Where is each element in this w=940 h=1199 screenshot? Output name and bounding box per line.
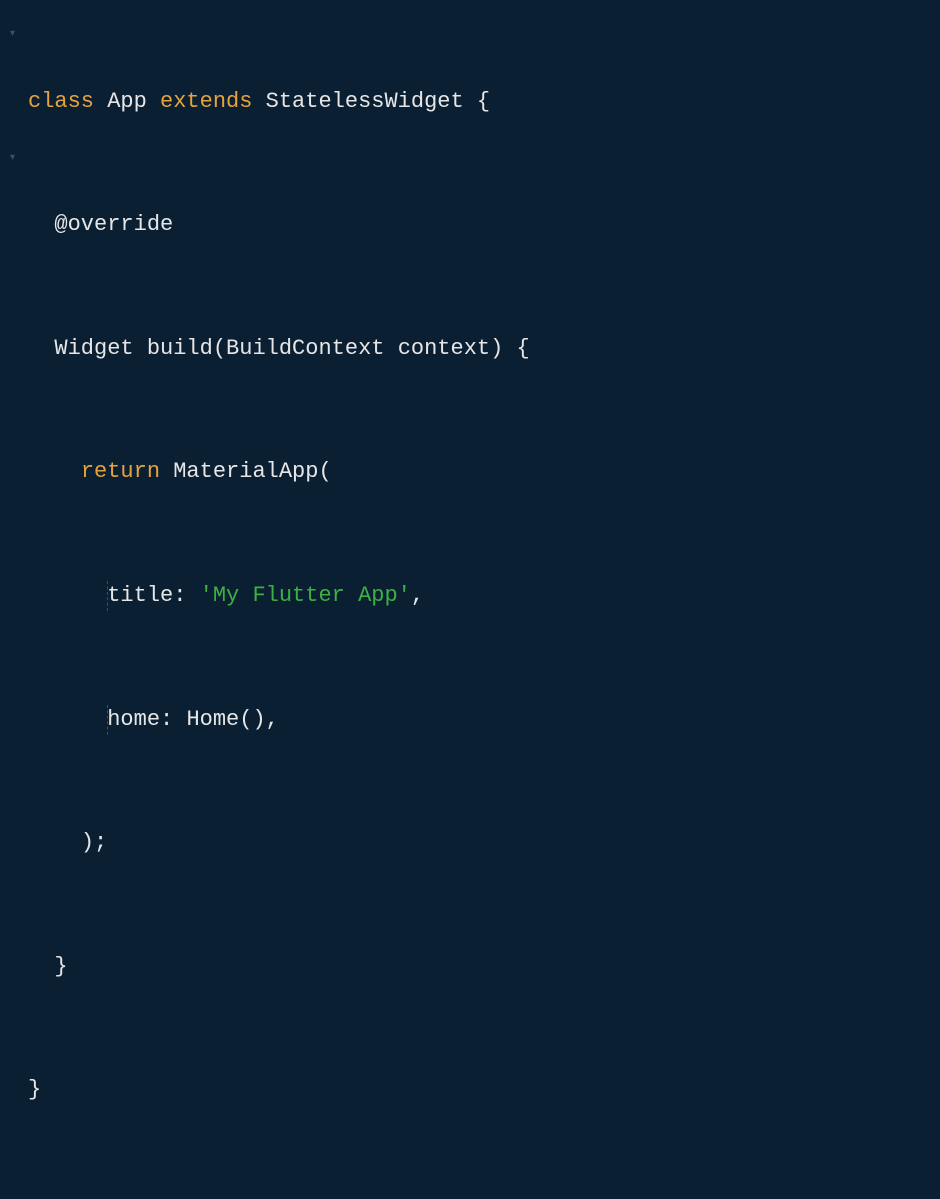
code-line[interactable]: } — [28, 952, 940, 1014]
paren-open: ( — [318, 459, 331, 484]
code-line[interactable]: title: 'My Flutter App', — [28, 581, 940, 643]
override-annotation: @override — [54, 212, 173, 237]
colon: : — [160, 707, 173, 732]
constructor-name: MaterialApp — [173, 459, 318, 484]
parens: () — [239, 707, 265, 732]
code-line[interactable]: return MaterialApp( — [28, 457, 940, 519]
comma: , — [266, 707, 279, 732]
code-content[interactable]: class App extends StatelessWidget { @ove… — [28, 25, 940, 1199]
string-literal: 'My Flutter App' — [200, 583, 411, 608]
keyword-class: class — [28, 89, 94, 114]
code-editor[interactable]: ▾ ▾ class App extends StatelessWidget { … — [0, 0, 940, 1199]
code-line[interactable]: @override — [28, 210, 940, 272]
named-param: home — [107, 707, 160, 732]
code-line[interactable]: ); — [28, 828, 940, 890]
paren-close: ) — [490, 336, 503, 361]
colon: : — [173, 583, 186, 608]
keyword-extends: extends — [160, 89, 252, 114]
fold-marker-icon[interactable]: ▾ — [10, 152, 15, 166]
code-line[interactable]: } — [28, 1075, 940, 1137]
class-name: App — [107, 89, 147, 114]
return-type: Widget — [54, 336, 133, 361]
close-paren-semicolon: ); — [81, 830, 107, 855]
comma: , — [411, 583, 424, 608]
param-name: context — [398, 336, 490, 361]
param-type: BuildContext — [226, 336, 384, 361]
method-name: build — [147, 336, 213, 361]
editor-gutter: ▾ ▾ — [0, 25, 28, 1199]
named-param: title — [107, 583, 173, 608]
code-line[interactable]: Widget build(BuildContext context) { — [28, 334, 940, 396]
brace-open: { — [517, 336, 530, 361]
constructor-name: Home — [186, 707, 239, 732]
base-class-name: StatelessWidget — [266, 89, 464, 114]
code-line[interactable]: class App extends StatelessWidget { — [28, 87, 940, 149]
brace-close: } — [54, 954, 67, 979]
keyword-return: return — [81, 459, 160, 484]
brace-close: } — [28, 1077, 41, 1102]
fold-marker-icon[interactable]: ▾ — [10, 28, 15, 42]
brace-open: { — [477, 89, 490, 114]
code-line[interactable]: home: Home(), — [28, 705, 940, 767]
paren-open: ( — [213, 336, 226, 361]
